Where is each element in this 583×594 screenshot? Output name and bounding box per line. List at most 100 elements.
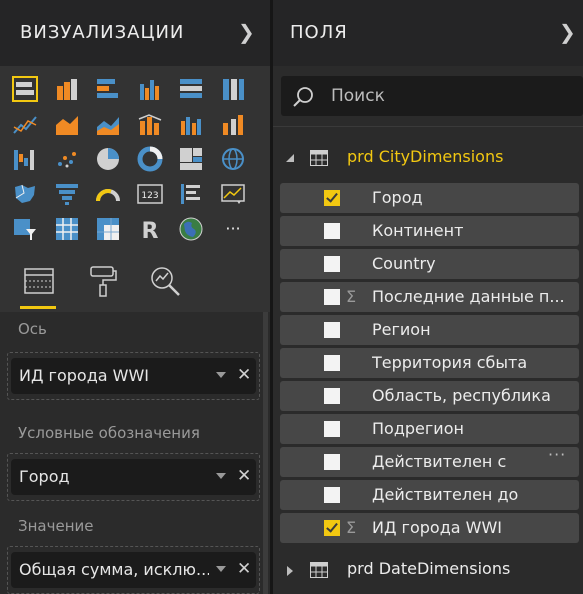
legend-field-pill[interactable]: Город ✕ (11, 459, 256, 495)
field-checkbox[interactable] (324, 487, 340, 503)
field-checkbox[interactable] (324, 454, 340, 470)
donut-icon[interactable] (137, 146, 163, 172)
line-chart-icon[interactable] (12, 111, 38, 137)
scatter-icon[interactable] (54, 146, 80, 172)
legend-well: Город ✕ (7, 453, 260, 501)
field-row[interactable]: Действителен до (280, 480, 579, 510)
fields-title: ПОЛЯ (290, 22, 348, 43)
field-checkbox[interactable] (324, 388, 340, 404)
clustered-bar-icon[interactable] (95, 76, 121, 102)
slicer-icon[interactable] (12, 216, 38, 242)
field-checkbox[interactable] (324, 256, 340, 272)
pie-icon[interactable] (95, 146, 121, 172)
field-checkbox[interactable] (324, 520, 340, 536)
table-icon (310, 150, 328, 166)
card-icon[interactable]: 123 (136, 181, 163, 207)
field-row[interactable]: Подрегион (280, 414, 579, 444)
stacked-bar-icon[interactable] (12, 76, 38, 102)
field-row[interactable]: Действителен с ··· (280, 445, 579, 477)
ribbon-chart-icon[interactable] (220, 111, 246, 137)
axis-field-pill[interactable]: ИД города WWI ✕ (11, 358, 256, 394)
field-row[interactable]: Территория сбыта (280, 348, 579, 378)
close-icon[interactable]: ✕ (237, 466, 251, 486)
field-name: Последние данные п... (372, 287, 565, 306)
svg-text:123: 123 (141, 191, 158, 201)
collapse-fields-icon[interactable]: ❯ (559, 20, 576, 44)
field-row[interactable]: Город (280, 183, 579, 213)
field-checkbox[interactable] (324, 190, 340, 206)
100-stacked-column-icon[interactable] (220, 76, 246, 102)
field-row[interactable]: Континент (280, 216, 579, 246)
matrix-icon[interactable] (95, 216, 121, 242)
field-checkbox[interactable] (324, 322, 340, 338)
table-icon[interactable] (54, 216, 80, 242)
clustered-column-icon[interactable] (137, 76, 163, 102)
field-checkbox[interactable] (324, 289, 340, 305)
active-tab-indicator (20, 306, 56, 309)
axis-field-name: ИД города WWI (19, 366, 150, 385)
field-name: Город (372, 188, 423, 207)
field-name: Действителен с (372, 452, 507, 471)
treemap-icon[interactable] (178, 146, 204, 172)
field-row[interactable]: Σ Последние данные п... (280, 282, 579, 312)
field-checkbox[interactable] (324, 355, 340, 371)
map-icon[interactable] (220, 146, 246, 172)
r-visual-icon[interactable]: R (137, 216, 163, 242)
field-name: Подрегион (372, 419, 464, 438)
funnel-icon[interactable] (54, 181, 80, 207)
multirow-card-icon[interactable] (178, 181, 204, 207)
field-row[interactable]: Σ ИД города WWI (280, 513, 579, 543)
field-name: Континент (372, 221, 464, 240)
field-name: Country (372, 254, 436, 273)
collapse-visualizations-icon[interactable]: ❯ (238, 20, 255, 44)
more-icon[interactable]: ··· (220, 216, 246, 242)
fields-pane: ПОЛЯ ❯ prd CityDimensions Город Континент C… (273, 0, 583, 594)
filled-map-icon[interactable] (12, 181, 38, 207)
visualizations-gallery: 123 R ··· (0, 66, 270, 254)
100-stacked-bar-icon[interactable] (178, 76, 204, 102)
stacked-column-icon[interactable] (54, 76, 80, 102)
visualizations-pane: ВИЗУАЛИЗАЦИИ ❯ 123 R ··· Ось ИД города WWI (0, 0, 270, 594)
close-icon[interactable]: ✕ (237, 559, 251, 579)
table-name: prd CityDimensions (347, 147, 504, 166)
line-column-icon[interactable] (137, 111, 163, 137)
gauge-icon[interactable] (95, 181, 121, 207)
field-name: Действителен до (372, 485, 519, 504)
field-row[interactable]: Область, республика (280, 381, 579, 411)
table-header[interactable]: prd CityDimensions (273, 144, 583, 174)
globe-icon[interactable] (178, 216, 204, 242)
kpi-icon[interactable] (220, 181, 246, 207)
svg-text:R: R (141, 219, 158, 242)
more-options-icon[interactable]: ··· (548, 445, 566, 464)
close-icon[interactable]: ✕ (237, 365, 251, 385)
legend-well-label: Условные обозначения (18, 424, 200, 442)
waterfall-icon[interactable] (12, 146, 38, 172)
fields-header: ПОЛЯ ❯ (273, 0, 583, 66)
field-row[interactable]: Country (280, 249, 579, 279)
fields-separator (273, 126, 583, 127)
value-field-pill[interactable]: Общая сумма, исклю... ✕ (11, 552, 256, 588)
search-input[interactable] (331, 85, 571, 107)
stacked-area-icon[interactable] (95, 111, 121, 137)
search-box[interactable] (281, 76, 583, 116)
field-row[interactable]: Регион (280, 315, 579, 345)
collapsed-arrow-icon[interactable] (285, 565, 295, 577)
svg-text:···: ··· (225, 219, 240, 238)
chevron-down-icon[interactable] (216, 566, 226, 572)
visualizations-header: ВИЗУАЛИЗАЦИИ ❯ (0, 0, 270, 66)
value-well: Общая сумма, исклю... ✕ (7, 546, 260, 594)
field-checkbox[interactable] (324, 421, 340, 437)
area-chart-icon[interactable] (54, 111, 80, 137)
table-header[interactable]: prd DateDimensions (273, 556, 583, 586)
expanded-arrow-icon[interactable] (285, 153, 295, 163)
format-roller-icon[interactable] (86, 264, 120, 298)
wells-scrollbar[interactable] (263, 312, 268, 594)
field-checkbox[interactable] (324, 223, 340, 239)
chevron-down-icon[interactable] (216, 372, 226, 378)
field-name: ИД города WWI (372, 518, 503, 537)
line-clustered-column-icon[interactable] (178, 111, 204, 137)
fields-tab-icon[interactable] (22, 264, 56, 298)
analytics-magnifier-icon[interactable] (148, 264, 182, 298)
chevron-down-icon[interactable] (216, 473, 226, 479)
visualizations-title: ВИЗУАЛИЗАЦИИ (20, 22, 185, 43)
